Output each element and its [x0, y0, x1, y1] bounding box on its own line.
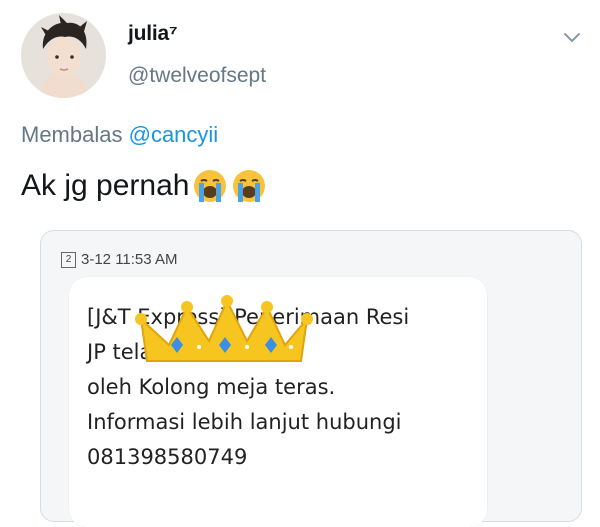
- loudly-crying-face-icon: [231, 168, 267, 204]
- reply-context: Membalas @cancyii: [21, 122, 218, 148]
- tweet-body: Ak jg pernah: [21, 169, 190, 202]
- sms-bubble: [J&T Express] Penerimaan Resi JP telah d…: [69, 277, 487, 527]
- sms-timestamp-row: 2 3-12 11:53 AM: [61, 251, 177, 268]
- avatar[interactable]: [21, 13, 106, 98]
- sms-line: 081398580749: [87, 445, 248, 469]
- attached-screenshot[interactable]: 2 3-12 11:53 AM [J&T Express] Penerimaan…: [40, 230, 582, 527]
- sms-timestamp: 3-12 11:53 AM: [81, 251, 178, 268]
- sim-badge: 2: [61, 251, 76, 268]
- loudly-crying-face-icon: [192, 168, 228, 204]
- sms-line: oleh Kolong meja teras.: [87, 375, 336, 399]
- tweet-text: Ak jg pernah: [21, 168, 267, 204]
- crown-icon: [135, 295, 313, 367]
- display-name[interactable]: julia⁷: [128, 22, 178, 46]
- reply-prefix: Membalas: [21, 122, 123, 147]
- chevron-down-icon[interactable]: [560, 28, 584, 46]
- sms-line: Informasi lebih lanjut hubungi: [87, 410, 402, 434]
- user-handle[interactable]: @twelveofsept: [128, 64, 266, 88]
- reply-to-link[interactable]: @cancyii: [129, 122, 219, 147]
